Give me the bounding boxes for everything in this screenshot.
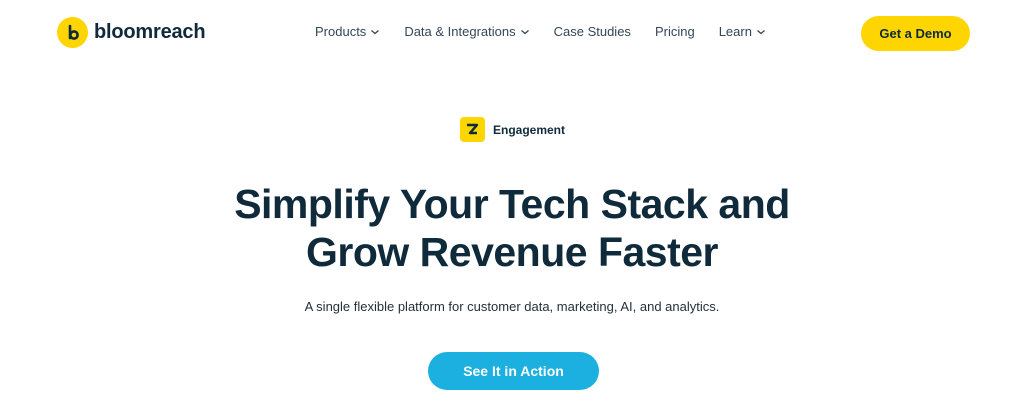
chevron-down-icon: [371, 29, 380, 34]
nav-item-products[interactable]: Products: [315, 24, 380, 39]
get-a-demo-button[interactable]: Get a Demo: [861, 16, 970, 51]
hero-subtitle: A single flexible platform for customer …: [304, 299, 720, 314]
nav-item-label: Pricing: [654, 24, 695, 39]
nav-item-label: Case Studies: [553, 24, 631, 39]
product-tag: Engagement: [460, 117, 565, 142]
nav-item-case-studies[interactable]: Case Studies: [554, 24, 631, 39]
main-nav: Products Data & Integrations Case Studie…: [315, 24, 766, 39]
hero-headline: Simplify Your Tech Stack and Grow Revenu…: [0, 180, 1024, 276]
headline-line: Grow Revenue Faster: [305, 229, 719, 275]
bloomreach-logo[interactable]: bloomreach: [57, 17, 206, 48]
nav-item-label: Data & Integrations: [404, 24, 516, 39]
bloomreach-logo-icon: [57, 17, 88, 48]
chevron-down-icon: [520, 29, 529, 34]
engagement-icon: [460, 117, 485, 142]
see-it-in-action-button[interactable]: See It in Action: [428, 352, 599, 390]
brand-name: bloomreach: [94, 21, 206, 43]
nav-item-data-integrations[interactable]: Data & Integrations: [404, 24, 529, 39]
product-tag-label: Engagement: [493, 122, 566, 137]
nav-item-pricing[interactable]: Pricing: [655, 24, 695, 39]
chevron-down-icon: [757, 29, 765, 34]
nav-item-label: Learn: [718, 24, 752, 39]
site-header: bloomreach Products Data & Integrations …: [0, 0, 1024, 68]
headline-line: Simplify Your Tech Stack and: [234, 181, 790, 227]
nav-item-learn[interactable]: Learn: [719, 24, 766, 39]
nav-item-label: Products: [315, 24, 367, 39]
